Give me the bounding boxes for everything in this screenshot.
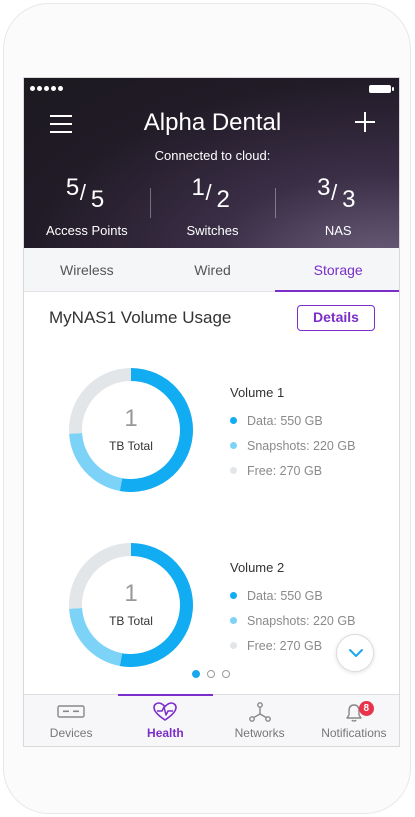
total-label: TB Total: [109, 614, 153, 628]
details-button[interactable]: Details: [297, 305, 375, 331]
section-title: MyNAS1 Volume Usage: [49, 308, 232, 327]
stat-total: 2: [216, 186, 230, 213]
cloud-status: Connected to cloud:: [154, 148, 271, 163]
tab-storage[interactable]: Storage: [275, 248, 399, 292]
nav-notifications[interactable]: 8 Notifications: [307, 695, 399, 746]
legend-data: Data: 550 GB: [230, 583, 355, 608]
volume-name: Volume 2: [230, 560, 285, 575]
volume-2-legend: Volume 2 Data: 550 GB Snapshots: 220 GB …: [230, 560, 355, 658]
fraction-slash: /: [205, 180, 212, 205]
fraction-slash: /: [79, 180, 86, 205]
legend-label: Free: 270 GB: [247, 638, 323, 653]
data-dot-icon: [230, 592, 237, 599]
add-icon[interactable]: [355, 112, 375, 132]
legend-free: Free: 270 GB: [230, 458, 355, 483]
stat-label: Switches: [186, 223, 239, 238]
page-dot[interactable]: [222, 670, 230, 678]
stat-access-points: 5 / 5 Access Points: [24, 174, 150, 238]
nav-label: Devices: [49, 726, 93, 740]
nav-label: Notifications: [321, 726, 387, 740]
page-dot[interactable]: [207, 670, 215, 678]
total-label: TB Total: [109, 439, 153, 453]
volume-2-donut: 1 TB Total: [68, 542, 194, 668]
legend-data: Data: 550 GB: [230, 408, 355, 433]
total-capacity: 1: [124, 405, 138, 432]
stat-nas: 3 / 3 NAS: [275, 174, 399, 238]
nav-devices[interactable]: Devices: [24, 695, 118, 746]
stat-fraction: 1 / 2: [190, 174, 236, 213]
stat-total: 5: [90, 186, 105, 213]
volume-name: Volume 1: [230, 385, 285, 400]
legend-snapshots: Snapshots: 220 GB: [230, 608, 355, 633]
stat-online: 5: [65, 174, 80, 201]
data-dot-icon: [230, 417, 237, 424]
legend-label: Data: 550 GB: [247, 413, 323, 428]
nav-networks[interactable]: Networks: [213, 695, 307, 746]
bottom-nav: Devices Health Networks 8 Notifications: [24, 694, 399, 746]
stat-total: 3: [342, 186, 356, 213]
device-stats: 5 / 5 Access Points 1 / 2 Switches 3 / 3…: [24, 174, 399, 238]
stat-online: 1: [191, 174, 205, 201]
legend-label: Data: 550 GB: [247, 588, 323, 603]
stat-online: 3: [317, 174, 331, 201]
phone-frame: Alpha Dental Connected to cloud: 5 / 5 A…: [3, 3, 411, 814]
health-heart-icon: [153, 702, 178, 721]
page-dot[interactable]: [192, 670, 200, 678]
chevron-down-icon: [349, 649, 363, 657]
tab-wireless[interactable]: Wireless: [24, 248, 150, 291]
header: Alpha Dental Connected to cloud: 5 / 5 A…: [24, 78, 399, 248]
volume-1-donut: 1 TB Total: [68, 367, 194, 493]
free-dot-icon: [230, 467, 237, 474]
nav-label: Health: [147, 726, 184, 740]
fraction-slash: /: [331, 180, 338, 205]
notification-badge: 8: [358, 701, 374, 716]
stat-switches: 1 / 2 Switches: [149, 174, 276, 238]
volume-1-legend: Volume 1 Data: 550 GB Snapshots: 220 GB …: [230, 385, 355, 483]
legend-label: Snapshots: 220 GB: [247, 613, 356, 628]
snapshots-dot-icon: [230, 617, 237, 624]
nav-health[interactable]: Health: [118, 694, 213, 746]
stat-fraction: 5 / 5: [64, 174, 110, 213]
scroll-down-button[interactable]: [336, 634, 374, 672]
battery-icon: [369, 85, 394, 93]
legend-snapshots: Snapshots: 220 GB: [230, 433, 355, 458]
snapshots-dot-icon: [230, 442, 237, 449]
page-indicator[interactable]: [192, 670, 230, 678]
legend-label: Snapshots: 220 GB: [247, 438, 356, 453]
signal-icon: [30, 86, 63, 91]
free-dot-icon: [230, 642, 237, 649]
tab-wired[interactable]: Wired: [150, 248, 276, 291]
total-capacity: 1: [124, 580, 138, 607]
network-icon: [248, 702, 271, 722]
legend-label: Free: 270 GB: [247, 463, 323, 478]
stat-label: Access Points: [46, 223, 128, 238]
app-screen: Alpha Dental Connected to cloud: 5 / 5 A…: [23, 77, 400, 747]
nav-label: Networks: [234, 726, 285, 740]
site-title: Alpha Dental: [143, 109, 282, 136]
stat-label: NAS: [324, 223, 352, 238]
tab-bar: Wireless Wired Storage: [24, 248, 399, 292]
stat-fraction: 3 / 3: [315, 174, 361, 213]
devices-icon: [57, 705, 85, 718]
